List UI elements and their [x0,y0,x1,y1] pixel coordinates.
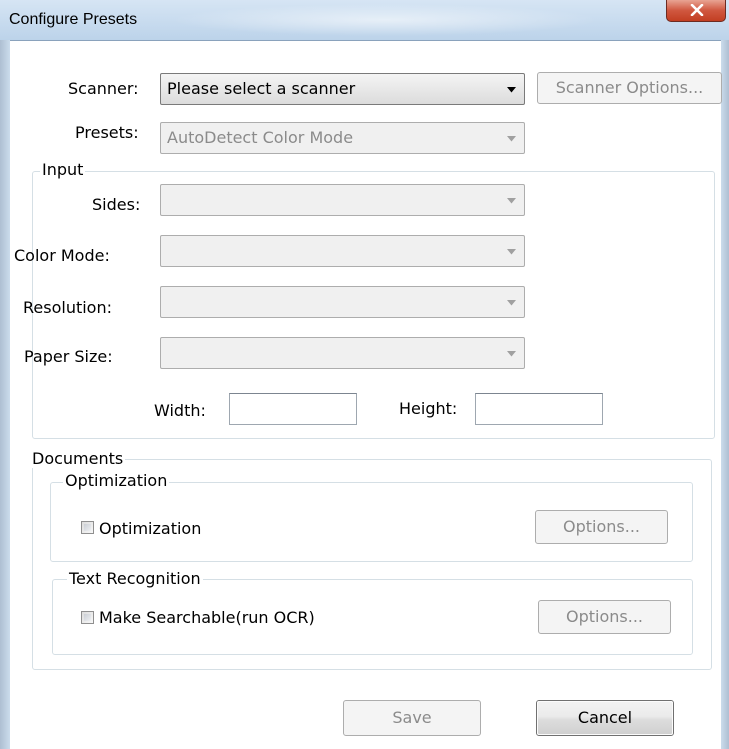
presets-label: Presets: [75,123,139,142]
close-icon [690,4,704,16]
cancel-button-label: Cancel [577,708,633,727]
height-label: Height: [399,399,458,418]
width-input[interactable] [229,393,357,425]
close-button[interactable] [666,0,726,22]
make-searchable-checkbox-label: Make Searchable(run OCR) [99,608,315,627]
optimization-options-label: Options... [563,517,640,536]
sides-label: Sides: [92,195,141,214]
save-button-label: Save [392,708,432,727]
window-title: Configure Presets [9,11,138,28]
optimization-checkbox-label: Optimization [99,519,202,538]
chevron-down-icon [507,351,516,357]
documents-group-title: Documents [30,449,126,468]
optimization-checkbox[interactable] [81,521,94,534]
text-recognition-group-title: Text Recognition [67,569,203,588]
presets-selected-value: AutoDetect Color Mode [167,128,354,147]
width-label: Width: [154,401,206,420]
scanner-dropdown[interactable]: Please select a scanner [160,73,525,105]
chevron-down-icon [507,87,516,93]
ocr-options-label: Options... [566,607,643,626]
dialog-body: Scanner: Please select a scanner Scanner… [10,40,722,749]
scanner-label: Scanner: [68,79,139,98]
optimization-options-button[interactable]: Options... [535,510,668,544]
paper-size-dropdown[interactable] [160,337,525,369]
color-mode-label: Color Mode: [14,246,110,265]
resolution-label: Resolution: [23,298,112,317]
height-input[interactable] [475,393,603,425]
presets-dropdown[interactable]: AutoDetect Color Mode [160,122,525,154]
scanner-options-button[interactable]: Scanner Options... [537,72,722,104]
title-bar[interactable]: Configure Presets [0,0,729,40]
chevron-down-icon [507,300,516,306]
color-mode-dropdown[interactable] [160,235,525,267]
chevron-down-icon [507,136,516,142]
paper-size-label: Paper Size: [24,347,113,366]
chevron-down-icon [507,198,516,204]
cancel-button[interactable]: Cancel [536,700,674,736]
input-group-title: Input [40,160,86,179]
window-frame-right [721,40,729,749]
scanner-options-label: Scanner Options... [555,78,704,97]
window-frame-left [0,40,10,749]
sides-dropdown[interactable] [160,184,525,216]
resolution-dropdown[interactable] [160,286,525,318]
ocr-options-button[interactable]: Options... [538,600,671,634]
scanner-selected-value: Please select a scanner [167,79,356,98]
optimization-group-title: Optimization [63,471,170,490]
title-bar-glow [170,4,600,36]
save-button[interactable]: Save [343,700,481,736]
make-searchable-checkbox[interactable] [81,611,94,624]
chevron-down-icon [507,249,516,255]
